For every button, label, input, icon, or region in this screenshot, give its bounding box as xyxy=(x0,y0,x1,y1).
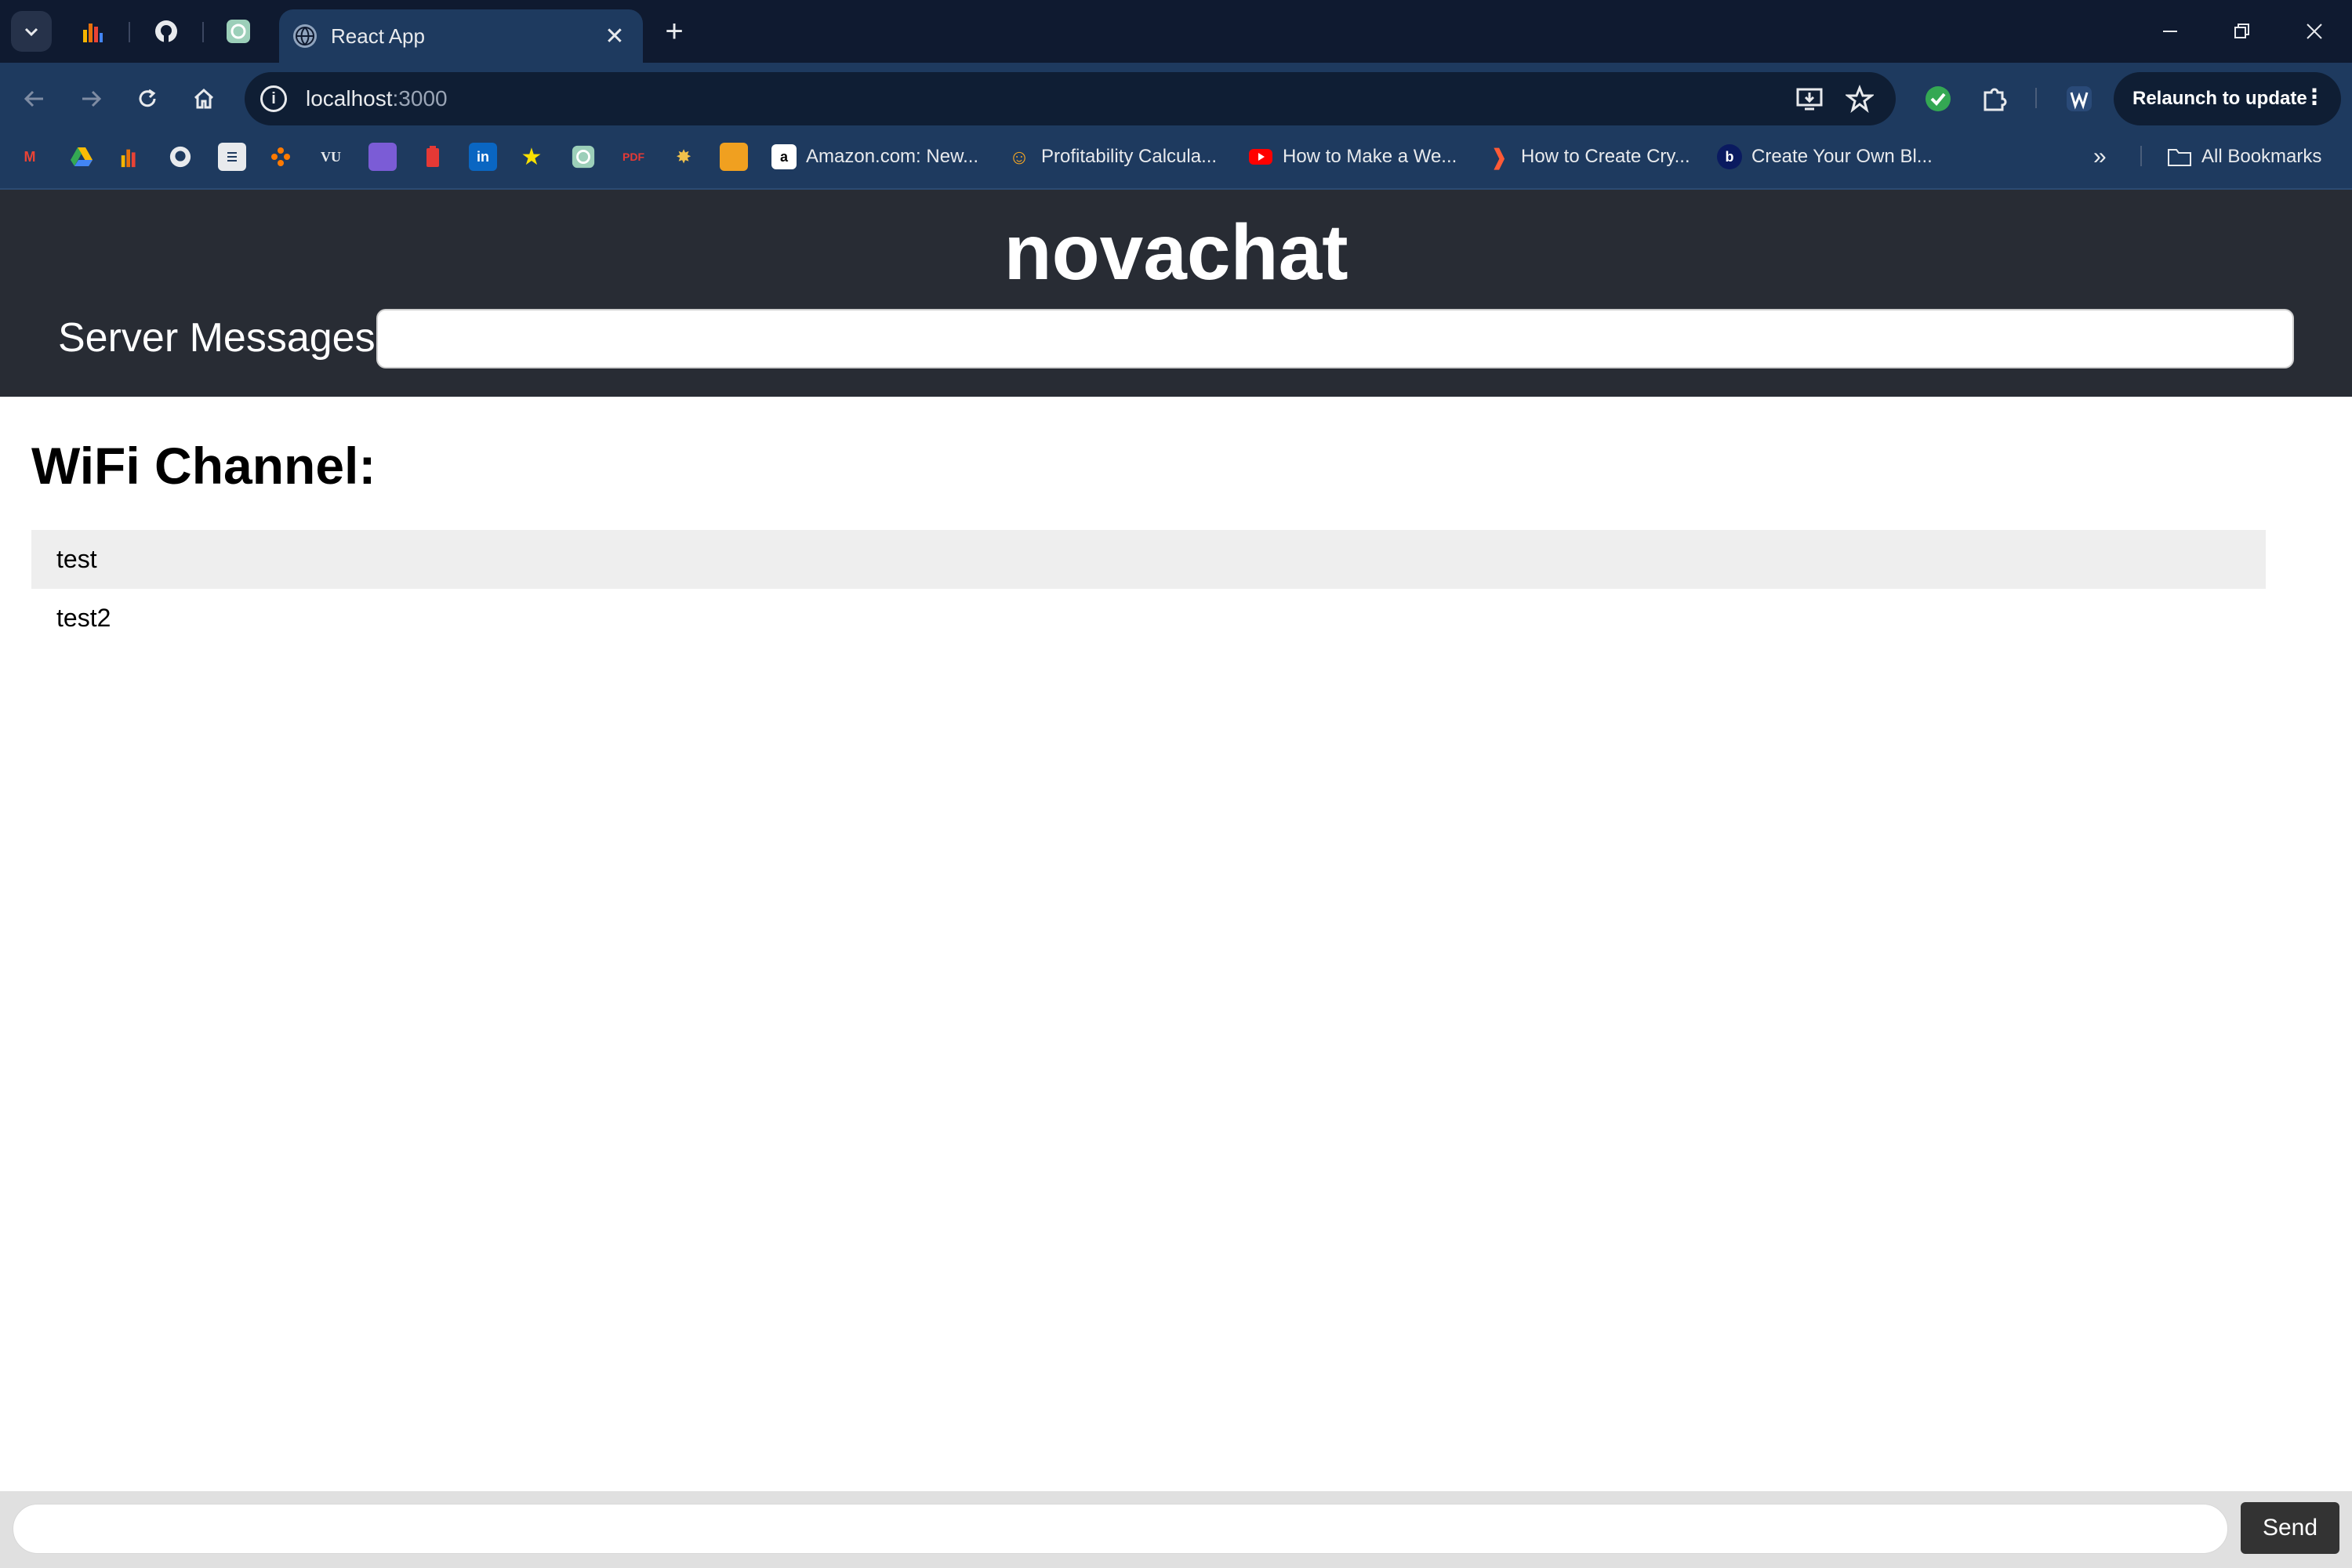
bookmark-amazon[interactable]: a Amazon.com: New... xyxy=(771,140,978,174)
bookmarks-separator xyxy=(2140,146,2142,166)
bookmark-label: How to Create Cry... xyxy=(1521,146,1690,167)
close-window-icon[interactable] xyxy=(2291,11,2338,52)
install-app-icon[interactable] xyxy=(1794,83,1825,114)
chatgpt-bookmark-icon[interactable] xyxy=(569,143,597,171)
owl-bookmark-icon[interactable]: ✸ xyxy=(670,143,698,171)
minimize-icon[interactable] xyxy=(2147,11,2194,52)
server-messages-field[interactable] xyxy=(376,309,2294,368)
app-title: novachat xyxy=(1004,209,1348,296)
tab-search-button[interactable] xyxy=(11,11,52,52)
document-bookmark-icon[interactable] xyxy=(218,143,246,171)
tab-separator xyxy=(202,22,204,42)
gmail-icon[interactable]: M xyxy=(16,143,44,171)
google-drive-icon[interactable] xyxy=(67,143,96,171)
site-info-icon[interactable]: i xyxy=(260,85,287,112)
pinned-tab-chatgpt[interactable] xyxy=(213,11,263,52)
chevron-down-icon xyxy=(24,27,38,37)
forward-icon[interactable] xyxy=(69,77,113,121)
vu-bookmark-icon[interactable]: VU xyxy=(317,143,345,171)
b-logo-icon: b xyxy=(1717,144,1742,169)
bookmark-label: How to Make a We... xyxy=(1283,146,1457,167)
pinned-tab-analytics[interactable] xyxy=(67,11,118,52)
analytics-bookmark-icon[interactable] xyxy=(116,143,144,171)
list-item: test xyxy=(31,530,2266,589)
bar-chart-icon xyxy=(83,24,103,42)
relaunch-button[interactable]: Relaunch to update ⋮ xyxy=(2114,72,2341,125)
dots-bookmark-icon[interactable] xyxy=(267,143,295,171)
github-icon xyxy=(155,20,177,42)
url-host: localhost xyxy=(306,86,393,111)
bookmark-create-crypto[interactable]: ❱ How to Create Cry... xyxy=(1486,140,1690,174)
bookmark-label: Create Your Own Bl... xyxy=(1751,146,1933,167)
address-bar[interactable]: i localhost:3000 xyxy=(245,72,1896,125)
new-tab-button[interactable]: + xyxy=(657,16,691,50)
restore-icon[interactable] xyxy=(2219,11,2266,52)
more-menu-icon[interactable]: ⋮ xyxy=(2303,86,2325,108)
back-icon[interactable] xyxy=(13,77,56,121)
bookmark-label: Profitability Calcula... xyxy=(1041,146,1218,167)
more-bookmarks-icon[interactable]: » xyxy=(2093,140,2107,174)
reload-icon[interactable] xyxy=(125,77,169,121)
bookmark-star-icon[interactable] xyxy=(1844,83,1875,114)
linkedin-icon[interactable]: in xyxy=(469,143,497,171)
folder-icon xyxy=(2167,144,2192,169)
server-messages-label: Server Messages: xyxy=(58,315,387,361)
send-button[interactable]: Send xyxy=(2241,1502,2339,1554)
toolbar-separator xyxy=(2035,88,2037,108)
extension-check-icon[interactable] xyxy=(1916,77,1960,121)
channel-title: WiFi Channel: xyxy=(31,437,376,495)
tab-title: React App xyxy=(331,24,425,48)
home-icon[interactable] xyxy=(182,77,226,121)
bookmark-label: Amazon.com: New... xyxy=(806,146,979,167)
bookmark-youtube[interactable]: How to Make a We... xyxy=(1248,140,1457,174)
pinned-tab-github[interactable] xyxy=(141,11,191,52)
close-tab-icon[interactable]: ✕ xyxy=(601,23,629,50)
all-bookmarks-label: All Bookmarks xyxy=(2201,146,2322,167)
relaunch-label: Relaunch to update xyxy=(2132,88,2307,109)
globe-icon xyxy=(293,24,317,48)
url-port: :3000 xyxy=(392,86,448,111)
battery-bookmark-icon[interactable] xyxy=(419,143,447,171)
bookmark-create-blockchain[interactable]: b Create Your Own Bl... xyxy=(1717,140,1933,174)
message-input[interactable] xyxy=(13,1504,2228,1554)
extensions-puzzle-icon[interactable] xyxy=(1973,77,2016,121)
youtube-icon xyxy=(1248,144,1273,169)
all-bookmarks[interactable]: All Bookmarks xyxy=(2167,140,2321,174)
smile-icon: ☺ xyxy=(1008,144,1030,169)
tab-react-app[interactable]: React App ✕ xyxy=(279,9,643,63)
tab-separator xyxy=(129,22,130,42)
list-item: test2 xyxy=(56,604,111,632)
pdf-bookmark-icon[interactable]: PDF xyxy=(619,143,648,171)
wallet-w-icon[interactable] xyxy=(2057,77,2101,121)
amazon-icon: a xyxy=(771,144,797,169)
github-bookmark-icon[interactable] xyxy=(166,143,194,171)
chatgpt-icon xyxy=(227,20,250,43)
bookmark-profitability[interactable]: ☺ Profitability Calcula... xyxy=(1007,140,1217,174)
star-bookmark-icon[interactable]: ★ xyxy=(517,143,546,171)
badge-bookmark-icon[interactable] xyxy=(720,143,748,171)
flame-icon: ❱ xyxy=(1490,144,1508,169)
message-list: test test2 xyxy=(31,530,2266,648)
notes-bookmark-icon[interactable] xyxy=(368,143,397,171)
